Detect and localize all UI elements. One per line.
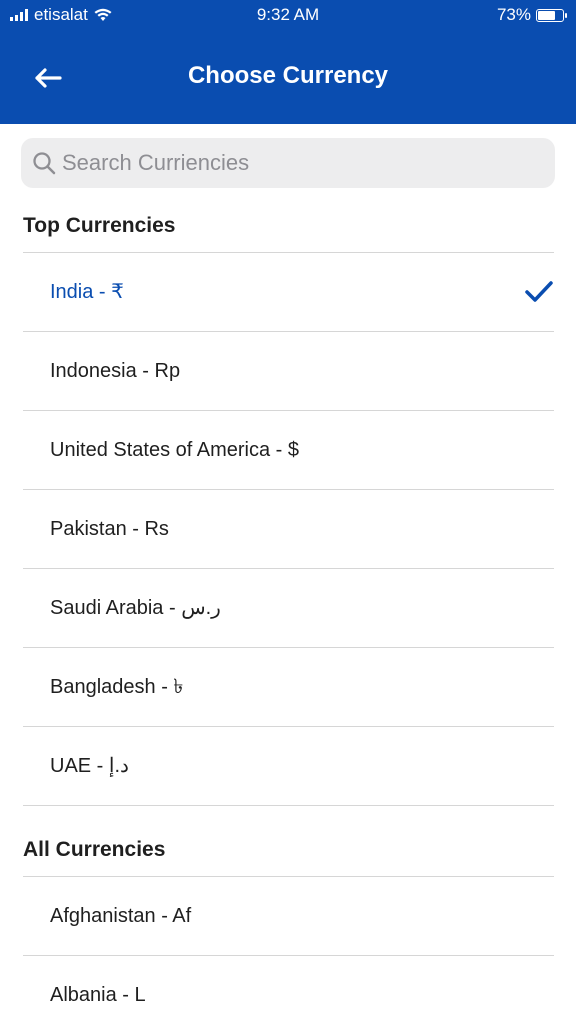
battery-fill bbox=[538, 10, 555, 20]
battery-percent: 73% bbox=[496, 5, 531, 24]
currency-row-albania[interactable]: Albania - L bbox=[23, 955, 554, 1034]
status-bar: etisalat 9:32 AM 73% bbox=[0, 0, 576, 30]
page-title: Choose Currency bbox=[187, 62, 389, 89]
battery-icon bbox=[536, 8, 567, 22]
app-header: etisalat 9:32 AM 73% Choose Currency bbox=[0, 0, 576, 124]
nav-bar: Choose Currency bbox=[0, 50, 576, 104]
currency-row-pakistan[interactable]: Pakistan - Rs bbox=[23, 489, 554, 568]
search-bar[interactable] bbox=[21, 138, 555, 188]
currency-row-saudi-arabia[interactable]: Saudi Arabia - ر.س bbox=[23, 568, 554, 647]
section-title-all-currencies: All Currencies bbox=[23, 838, 166, 861]
currency-label: Afghanistan - Af bbox=[50, 905, 192, 927]
currency-row-indonesia[interactable]: Indonesia - Rp bbox=[23, 331, 554, 410]
checkmark-icon bbox=[525, 281, 553, 302]
currency-label: Bangladesh - ৳ bbox=[50, 676, 184, 698]
top-currencies-list: India - ₹ Indonesia - Rp United States o… bbox=[23, 252, 554, 806]
currency-label: Indonesia - Rp bbox=[50, 360, 181, 382]
currency-label: Albania - L bbox=[50, 984, 146, 1006]
currency-label: United States of America - $ bbox=[50, 439, 300, 461]
currency-row-afghanistan[interactable]: Afghanistan - Af bbox=[23, 876, 554, 955]
all-currencies-list: Afghanistan - Af Albania - L bbox=[23, 876, 554, 1034]
currency-row-india[interactable]: India - ₹ bbox=[23, 252, 554, 331]
section-title-top-currencies: Top Currencies bbox=[23, 214, 176, 237]
currency-label: UAE - د.إ bbox=[50, 755, 129, 777]
currency-row-usa[interactable]: United States of America - $ bbox=[23, 410, 554, 489]
currency-row-uae[interactable]: UAE - د.إ bbox=[23, 726, 554, 805]
currency-row-bangladesh[interactable]: Bangladesh - ৳ bbox=[23, 647, 554, 726]
currency-label: India - ₹ bbox=[50, 281, 124, 303]
currency-label: Saudi Arabia - ر.س bbox=[50, 597, 221, 619]
currency-label: Pakistan - Rs bbox=[50, 518, 169, 540]
search-input[interactable] bbox=[62, 138, 542, 188]
status-time: 9:32 AM bbox=[256, 5, 320, 24]
search-icon bbox=[33, 152, 56, 175]
